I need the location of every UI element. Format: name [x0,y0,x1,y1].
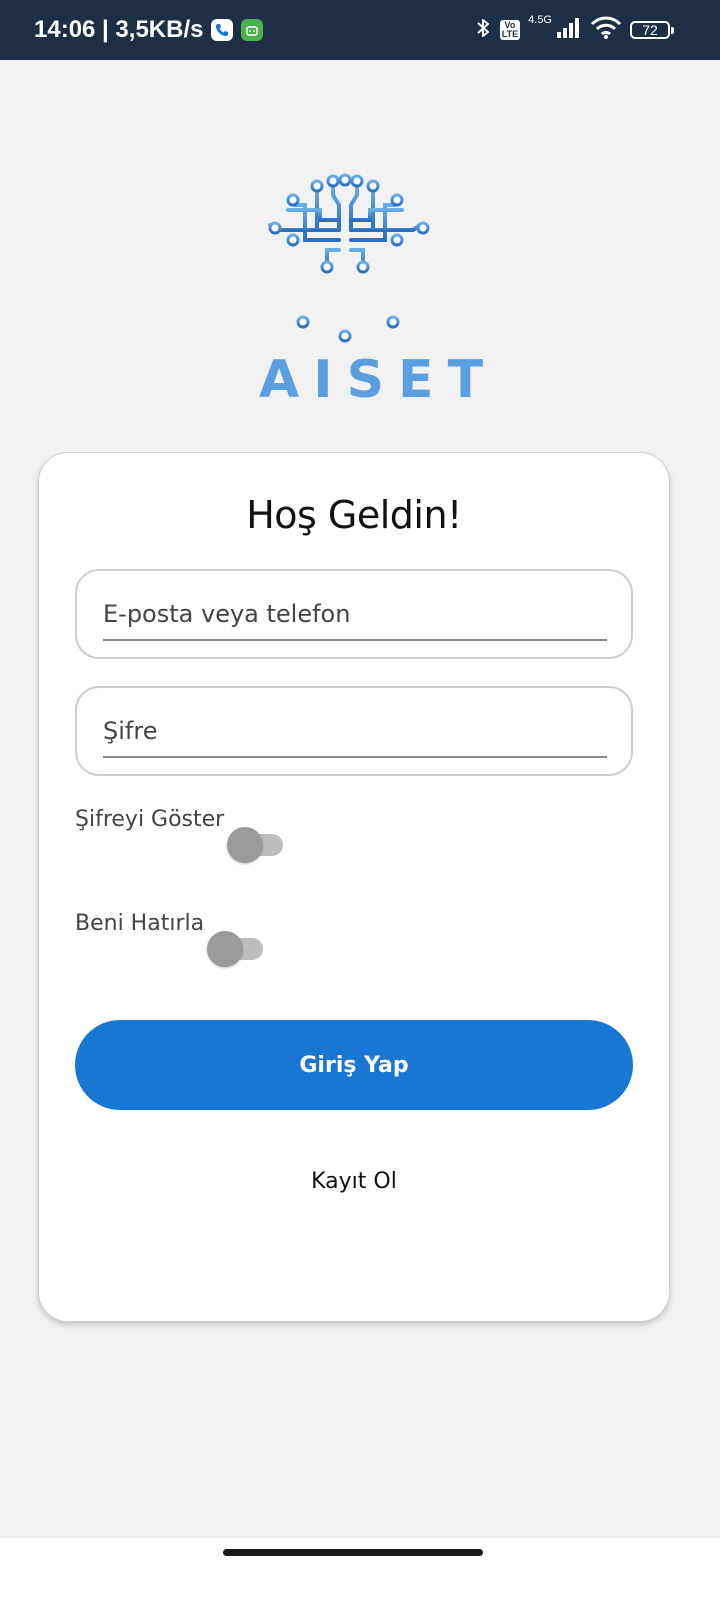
battery-level: 72 [642,22,658,38]
show-password-toggle[interactable] [227,827,285,863]
remember-me-toggle[interactable] [207,931,265,967]
signal-icon [556,17,582,43]
remember-me-label: Beni Hatırla [75,911,205,936]
navigation-bar [0,1538,720,1600]
status-bar: 14:06 | 3,5KB/s Vo LTE 4.5G 72 [0,0,720,60]
toggle-thumb [207,931,243,967]
bluetooth-icon [474,16,492,44]
password-field-container [75,686,633,776]
login-button[interactable]: Giriş Yap [75,1020,633,1110]
login-card: Hoş Geldin! Şifreyi Göster Beni Hatırla … [38,452,670,1322]
toggle-thumb [227,827,263,863]
page-title: Hoş Geldin! [246,493,462,537]
tree-circuit-icon [268,173,430,343]
email-field[interactable] [103,589,607,641]
battery-icon: 72 [630,21,674,39]
network-type: 4.5G [528,14,552,26]
status-left: 14:06 | 3,5KB/s [34,0,264,60]
home-indicator[interactable] [223,1549,483,1556]
volte-badge: Vo LTE [499,20,521,40]
logo-text: AISET [259,350,498,410]
app-logo: AISET [245,170,498,410]
wifi-icon [590,16,622,44]
phone-call-icon [211,19,234,41]
status-right: Vo LTE 4.5G 72 [474,0,674,60]
android-icon [241,19,264,41]
register-link[interactable]: Kayıt Ol [39,1169,669,1194]
status-time-speed: 14:06 | 3,5KB/s [34,16,204,43]
email-field-container [75,569,633,659]
password-field[interactable] [103,706,607,758]
show-password-label: Şifreyi Göster [75,807,225,832]
